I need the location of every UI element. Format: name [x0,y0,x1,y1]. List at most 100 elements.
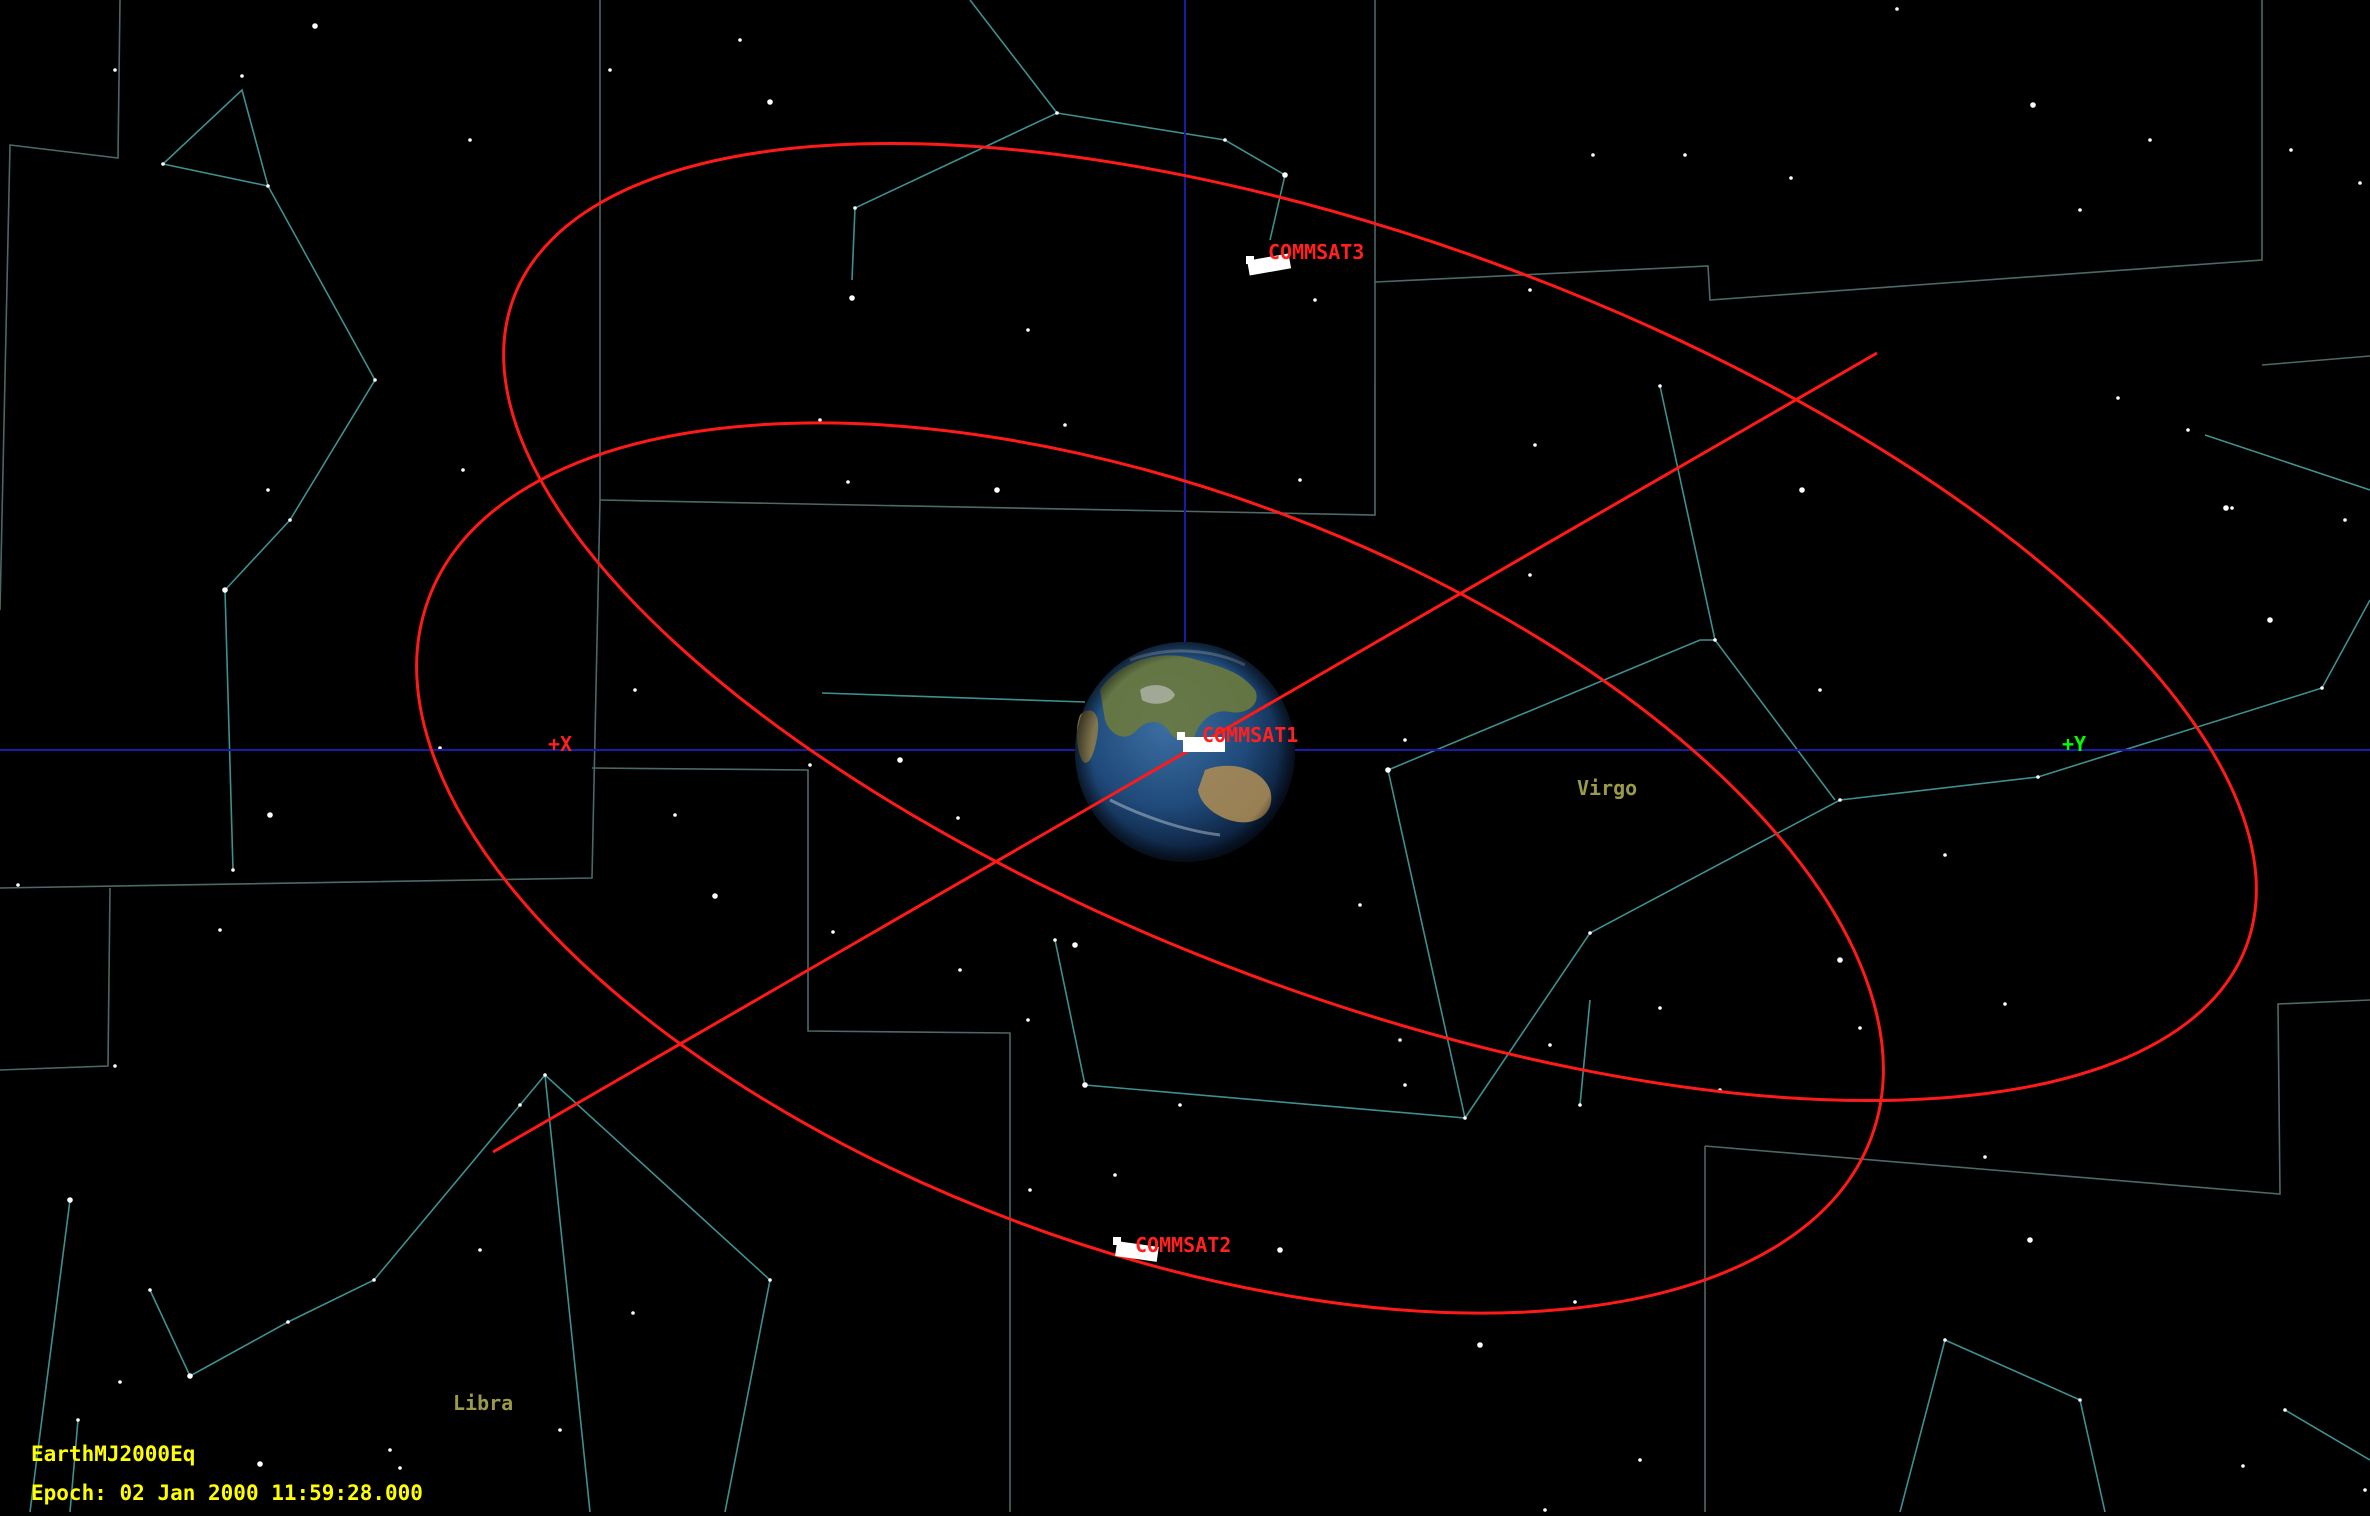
star [1683,153,1687,157]
star [1398,1038,1402,1042]
star [1548,1043,1552,1047]
star [1313,298,1317,302]
epoch-readout: Epoch: 02 Jan 2000 11:59:28.000 [31,1481,423,1505]
spacecraft-label-commsat1: COMMSAT1 [1202,723,1298,747]
star [633,688,637,692]
star [372,1278,376,1282]
star [1277,1247,1283,1253]
star [1943,1338,1947,1342]
star [2003,1002,2007,1006]
star [1591,153,1595,157]
star [1385,767,1391,773]
star [468,138,472,142]
star [1055,111,1059,115]
star [113,68,117,72]
star [1463,1116,1467,1120]
star [1403,738,1407,742]
star [2148,138,2152,142]
star [231,868,235,872]
star [67,1197,73,1203]
star [1578,1103,1582,1107]
star [1895,7,1899,11]
star [240,74,244,78]
star [1789,176,1793,180]
spacecraft-commsat2[interactable]: COMMSAT2 [1113,1233,1231,1262]
star [118,1380,122,1384]
star [846,480,850,484]
star [398,1466,402,1470]
star [1082,1082,1088,1088]
star [218,928,222,932]
star [267,812,273,818]
star [478,1248,482,1252]
star [849,295,855,301]
star [461,468,465,472]
star [388,1448,392,1452]
star [113,1064,117,1068]
star [897,757,903,763]
coordinate-axes [0,0,2370,751]
star [1658,1006,1662,1010]
star [1028,1188,1032,1192]
star [16,883,20,887]
star [1713,638,1717,642]
star [2116,396,2120,400]
star [518,1103,522,1107]
star [373,378,377,382]
orbit-view-canvas[interactable]: +X +Y COMMSAT1 COMMSAT2 COMMSAT3 Virgo L… [0,0,2370,1513]
star [76,1418,80,1422]
star [1358,903,1362,907]
star [1858,1026,1862,1030]
star [1477,1342,1483,1348]
star [712,893,718,899]
star [1113,1173,1117,1177]
constellation-label-libra: Libra [453,1391,513,1415]
star [2230,506,2234,510]
star [2027,1237,2033,1243]
star [956,816,960,820]
star [2078,1398,2082,1402]
star [767,99,773,105]
star [288,518,292,522]
x-axis-label: +X [548,732,572,756]
orbit-view-svg[interactable]: +X +Y COMMSAT1 COMMSAT2 COMMSAT3 Virgo L… [0,0,2370,1513]
star [2030,102,2036,108]
star [1943,853,1947,857]
epoch-label: Epoch: [31,1481,107,1505]
star [2223,505,2229,511]
star [2343,518,2347,522]
star [1818,688,1822,692]
star [1026,328,1030,332]
star [1072,942,1078,948]
star [1658,384,1662,388]
star [738,38,742,42]
orbit-commsat2 [415,421,1885,1315]
star [558,1428,562,1432]
star [2267,617,2273,623]
constellation-label-virgo: Virgo [1577,776,1637,800]
star [1223,138,1227,142]
star [148,1288,152,1292]
star [1588,931,1592,935]
star [1298,478,1302,482]
star [2241,1464,2245,1468]
star [994,487,1000,493]
star [286,1320,290,1324]
star [2036,775,2040,779]
star [2363,1488,2367,1492]
star [853,206,857,210]
star [187,1373,193,1379]
star [266,184,270,188]
orbits [415,141,2258,1315]
star [1573,1300,1577,1304]
star [266,488,270,492]
star [2289,148,2293,152]
star [543,1073,547,1077]
star [1063,423,1067,427]
star [1837,957,1843,963]
spacecraft-commsat3[interactable]: COMMSAT3 [1246,240,1364,276]
star [1026,1018,1030,1022]
star [257,1461,263,1467]
spacecraft-label-commsat3: COMMSAT3 [1268,240,1364,264]
star [1533,443,1537,447]
